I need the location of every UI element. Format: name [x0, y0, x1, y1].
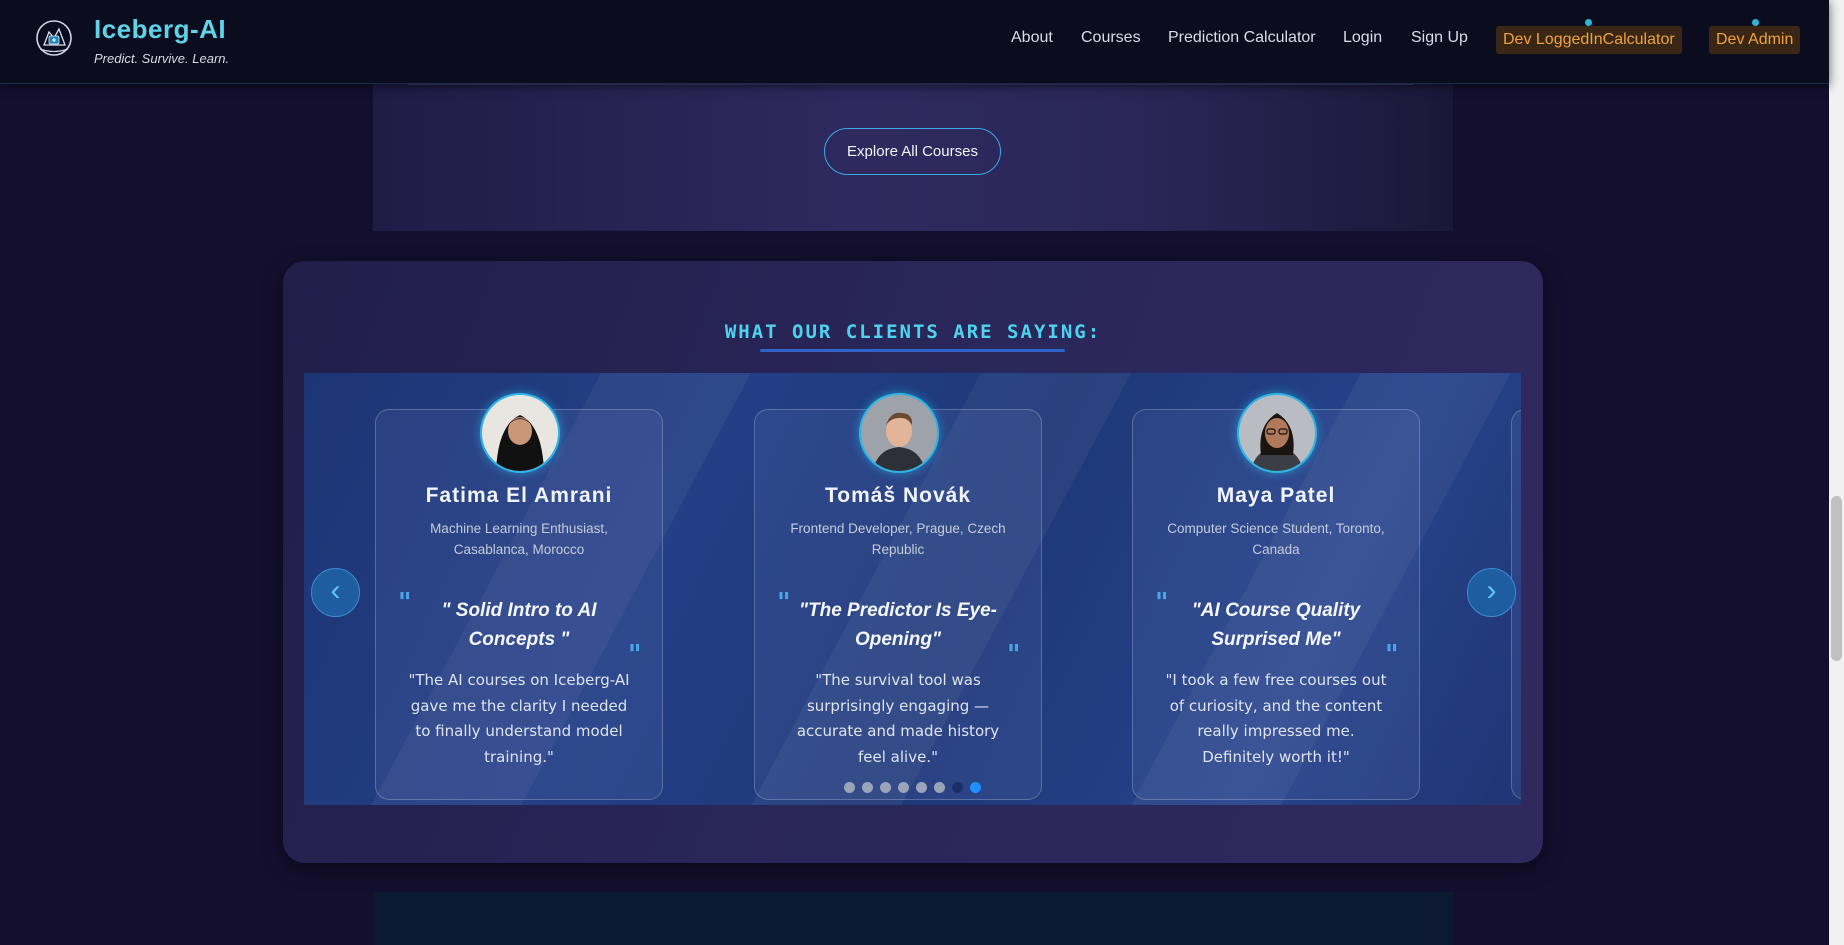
card-name: Tomáš Novák	[825, 484, 971, 507]
card-role: Computer Science Student, Toronto, Canad…	[1167, 521, 1385, 557]
card-name: Fatima El Amrani	[425, 484, 613, 507]
card-role: Machine Learning Enthusiast, Casablanca,…	[430, 521, 608, 557]
nav-link-courses[interactable]: Courses	[1081, 29, 1141, 47]
dev-admin-button[interactable]: Dev Admin	[1709, 26, 1801, 54]
nav-link-sign-up[interactable]: Sign Up	[1411, 29, 1468, 47]
section-title: What our clients are saying:	[724, 321, 1102, 343]
testimonial-carousel[interactable]: Fatima El Amrani Machine Learning Enthus…	[304, 373, 1521, 805]
avatar	[480, 393, 560, 473]
quote-open-icon: "	[777, 588, 791, 618]
iceberg-logo-icon[interactable]	[34, 18, 74, 58]
testimonials-section: What our clients are saying: Fatima El A…	[283, 261, 1543, 863]
notification-dot-icon	[1752, 19, 1759, 26]
card-text: "The AI courses on Iceberg-AI gave me th…	[408, 671, 630, 766]
dev-logged-in-calculator-button[interactable]: Dev LoggedInCalculator	[1496, 26, 1682, 54]
quote-close-icon: "	[1007, 640, 1021, 670]
quote-close-icon: "	[1385, 640, 1399, 670]
quote-open-icon: "	[1155, 588, 1169, 618]
avatar	[859, 393, 939, 473]
brand-title[interactable]: Iceberg-AI	[94, 14, 226, 45]
card-text: "I took a few free courses out of curios…	[1165, 671, 1387, 766]
card-text: "The survival tool was surprisingly enga…	[796, 671, 1000, 766]
card-headline: "AI Course Quality Surprised Me"	[1191, 600, 1361, 650]
testimonial-card: Fatima El Amrani Machine Learning Enthus…	[375, 393, 663, 800]
card-role: Frontend Developer, Prague, Czech Republ…	[790, 521, 1006, 557]
explore-all-courses-button[interactable]: Explore All Courses	[824, 128, 1001, 175]
carousel-dots	[844, 779, 988, 794]
scrollbar-thumb[interactable]	[1831, 496, 1842, 661]
nav-link-prediction-calculator[interactable]: Prediction Calculator	[1168, 29, 1316, 47]
courses-section: Explore All Courses	[373, 83, 1453, 231]
card-headline: " Solid Intro to AI Concepts "	[441, 600, 597, 650]
brand-tagline: Predict. Survive. Learn.	[94, 51, 230, 66]
card-headline: "The Predictor Is Eye-Opening"	[798, 600, 997, 650]
nav-link-login[interactable]: Login	[1343, 29, 1382, 47]
testimonial-card: Maya Patel Computer Science Student, Tor…	[1132, 393, 1420, 800]
nav-link-about[interactable]: About	[1011, 29, 1053, 47]
title-underline	[760, 349, 1065, 352]
scrollbar[interactable]	[1829, 0, 1844, 945]
quote-open-icon: "	[398, 588, 412, 618]
notification-dot-icon	[1585, 19, 1592, 26]
testimonial-card: Tomáš Novák Frontend Developer, Prague, …	[754, 393, 1042, 800]
navbar: Iceberg-AI Predict. Survive. Learn. Abou…	[0, 0, 1829, 84]
avatar	[1237, 393, 1317, 473]
next-section	[373, 892, 1453, 945]
chevron-left-icon[interactable]: ‹	[311, 568, 360, 617]
card-name: Maya Patel	[1216, 484, 1336, 507]
chevron-right-icon[interactable]: ›	[1467, 568, 1516, 617]
quote-close-icon: "	[628, 640, 642, 670]
